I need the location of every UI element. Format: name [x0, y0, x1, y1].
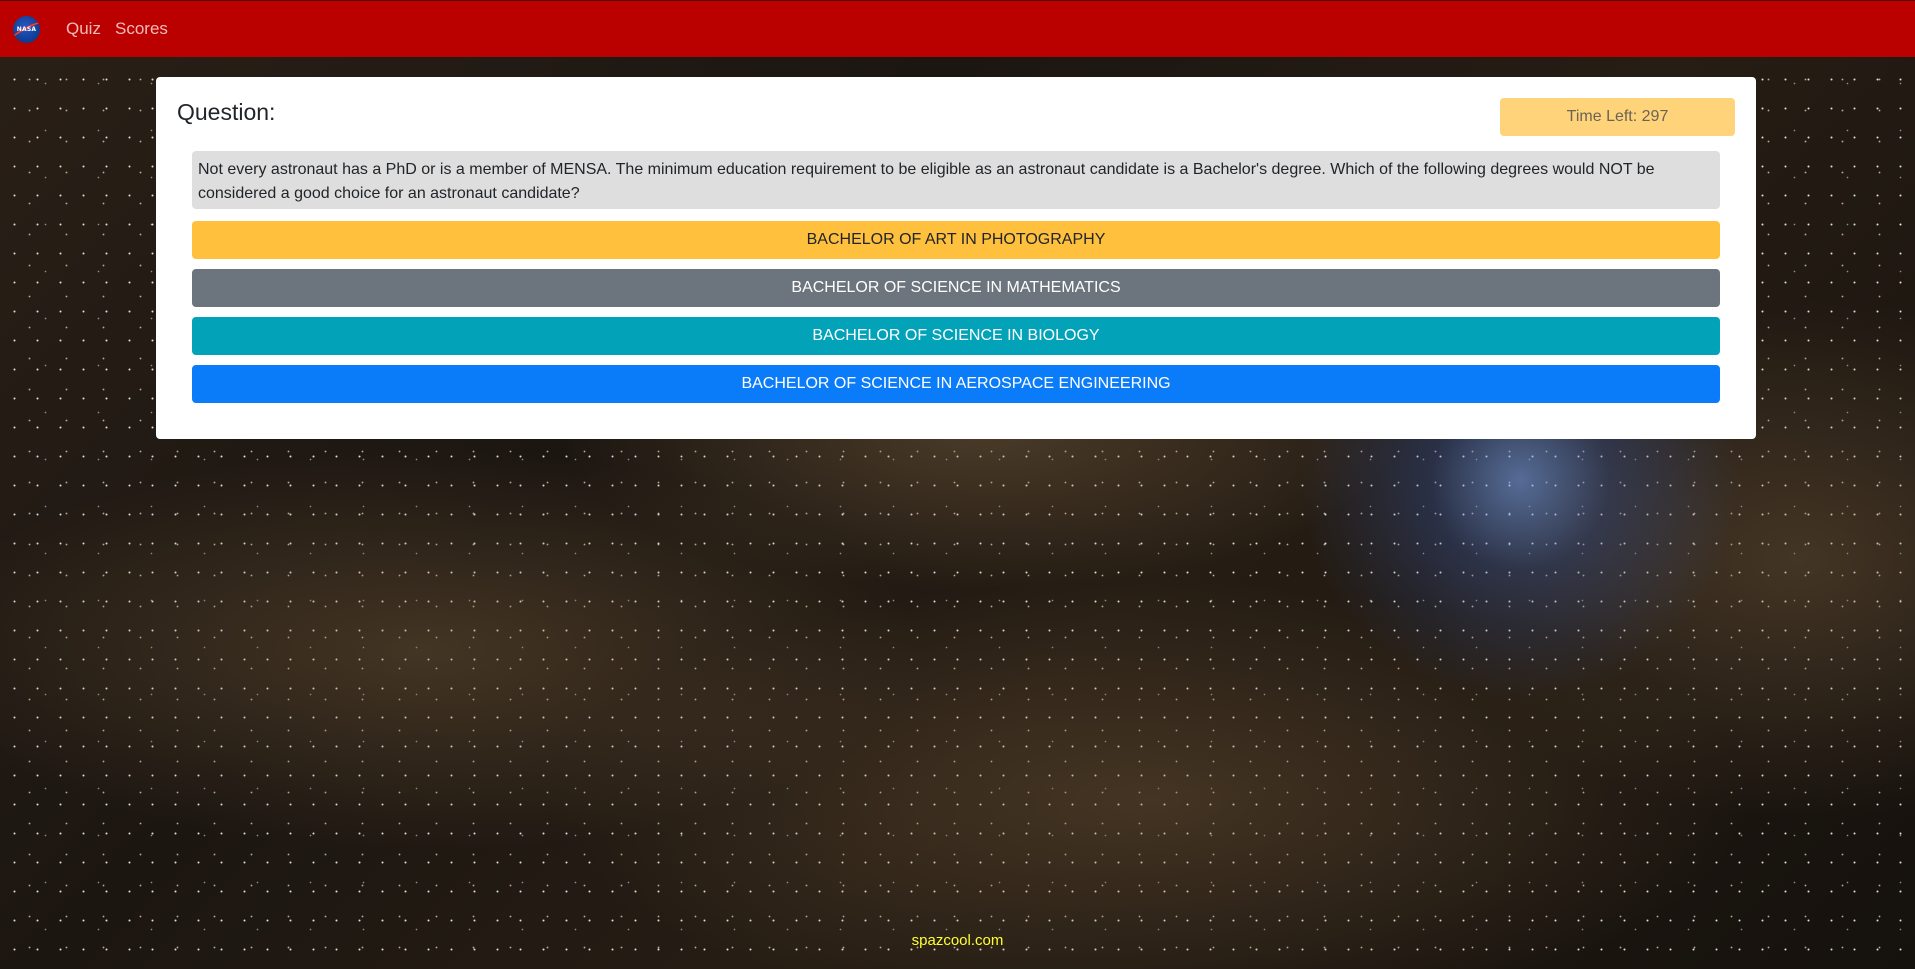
- footer-link[interactable]: spazcool.com: [0, 932, 1915, 949]
- nav-link-quiz[interactable]: Quiz: [66, 19, 101, 39]
- timer-badge: Time Left: 297: [1500, 98, 1735, 136]
- answer-button-3[interactable]: BACHELOR OF SCIENCE IN BIOLOGY: [192, 317, 1720, 355]
- top-navbar: NASA Quiz Scores: [0, 0, 1915, 57]
- logo-text: NASA: [16, 26, 37, 33]
- answer-button-4[interactable]: BACHELOR OF SCIENCE IN AEROSPACE ENGINEE…: [192, 365, 1720, 403]
- nav-link-scores[interactable]: Scores: [115, 19, 168, 39]
- answer-button-1[interactable]: BACHELOR OF ART IN PHOTOGRAPHY: [192, 221, 1720, 259]
- quiz-card: Question: Time Left: 297 Not every astro…: [156, 77, 1756, 439]
- answer-button-2[interactable]: BACHELOR OF SCIENCE IN MATHEMATICS: [192, 269, 1720, 307]
- nasa-logo-icon[interactable]: NASA: [13, 16, 40, 43]
- question-heading: Question:: [177, 99, 276, 125]
- question-text: Not every astronaut has a PhD or is a me…: [192, 151, 1720, 209]
